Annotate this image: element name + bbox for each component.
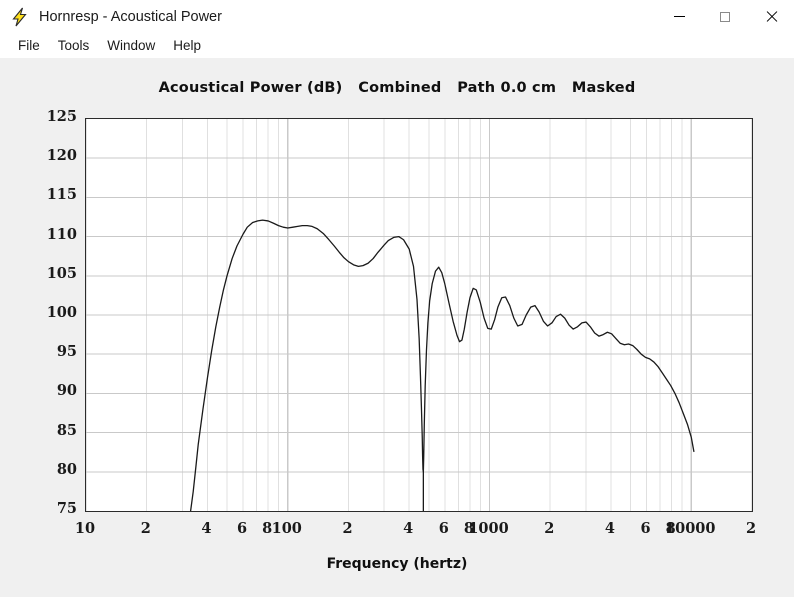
y-tick-label: 120 bbox=[46, 147, 77, 165]
y-tick-label: 80 bbox=[56, 460, 77, 478]
y-tick-label: 115 bbox=[46, 186, 77, 204]
menu-item-window[interactable]: Window bbox=[98, 36, 164, 55]
x-tick-label: 2 bbox=[342, 520, 353, 537]
menu-item-help[interactable]: Help bbox=[164, 36, 210, 55]
plot-frame bbox=[85, 118, 753, 512]
y-tick-label: 100 bbox=[46, 304, 77, 321]
x-tick-label: 4 bbox=[604, 520, 616, 537]
y-tick-label: 75 bbox=[56, 500, 77, 517]
maximize-button[interactable] bbox=[702, 0, 748, 33]
x-tick-label: 4 bbox=[201, 520, 212, 537]
y-tick-label: 90 bbox=[56, 382, 77, 400]
x-tick-label: 2 bbox=[140, 520, 151, 537]
y-tick-label: 125 bbox=[46, 108, 77, 125]
x-tick-label: 2 bbox=[745, 520, 757, 537]
x-tick-label: 6 bbox=[236, 520, 248, 537]
close-icon bbox=[765, 10, 778, 23]
menubar: File Tools Window Help bbox=[0, 33, 794, 58]
y-tick-label: 85 bbox=[56, 421, 77, 439]
x-axis-label: Frequency (hertz) bbox=[326, 556, 468, 572]
y-tick-label: 110 bbox=[46, 225, 77, 243]
x-tick-label: 6 bbox=[438, 520, 449, 537]
x-tick-label: 100 bbox=[271, 520, 302, 537]
lightning-bolt-icon bbox=[9, 6, 31, 28]
minimize-icon bbox=[673, 16, 685, 17]
minimize-button[interactable] bbox=[656, 0, 702, 33]
x-tick-label: 6 bbox=[640, 520, 651, 537]
x-tick-label: 10 bbox=[74, 520, 96, 537]
chart-client-area: Acoustical Power (dB) Combined Path 0.0 … bbox=[0, 58, 794, 597]
window-titlebar: Hornresp - Acoustical Power bbox=[0, 0, 794, 33]
y-tick-label: 95 bbox=[56, 343, 77, 361]
menu-item-file[interactable]: File bbox=[9, 36, 49, 55]
acoustical-power-curve bbox=[86, 119, 752, 511]
x-tick-label: 4 bbox=[403, 520, 414, 537]
x-tick-label: 1000 bbox=[468, 520, 509, 537]
close-button[interactable] bbox=[748, 0, 794, 33]
plot-canvas bbox=[86, 119, 752, 511]
chart-title: Acoustical Power (dB) Combined Path 0.0 … bbox=[158, 80, 636, 96]
maximize-icon bbox=[720, 11, 730, 22]
window-controls bbox=[656, 0, 794, 33]
x-tick-label: 10000 bbox=[665, 520, 716, 537]
window-title: Hornresp - Acoustical Power bbox=[39, 8, 222, 25]
y-tick-label: 105 bbox=[46, 264, 77, 282]
x-tick-label: 2 bbox=[544, 520, 555, 537]
menu-item-tools[interactable]: Tools bbox=[49, 36, 99, 55]
